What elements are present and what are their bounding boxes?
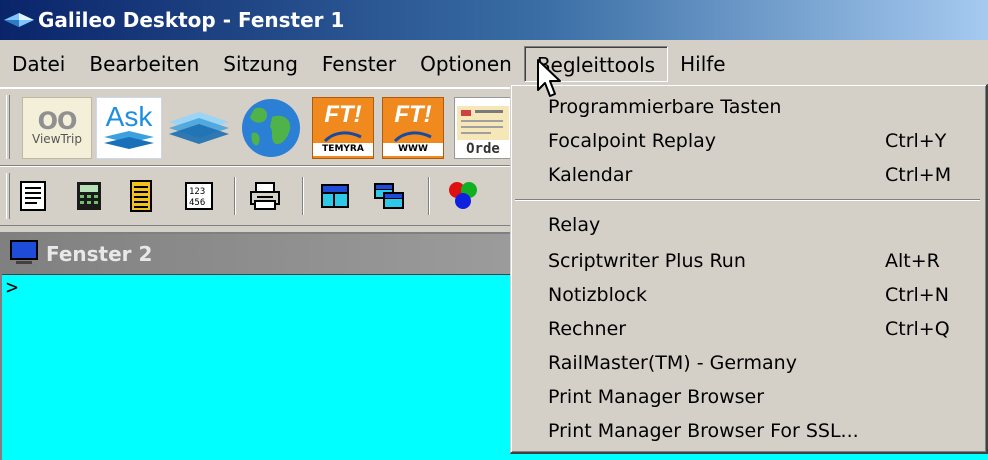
calculator-button[interactable]	[72, 177, 106, 215]
menu-item-label: Print Manager Browser For SSL...	[548, 420, 859, 442]
window-icon	[321, 184, 349, 208]
print-button[interactable]	[248, 177, 282, 215]
ft-temyra-label: TEMYRA	[313, 142, 373, 156]
ft-swoosh-icon	[323, 130, 362, 142]
menu-item-print-manager-browser[interactable]: Print Manager Browser	[511, 381, 986, 413]
color-button[interactable]	[446, 177, 480, 215]
menu-sitzung[interactable]: Sitzung	[211, 46, 310, 82]
window-button[interactable]	[318, 177, 352, 215]
ask-layers-icon	[104, 131, 154, 149]
terminal-icon	[10, 240, 38, 268]
notepad-icon	[130, 180, 152, 212]
toolbar-separator	[302, 177, 304, 215]
menu-item-shortcut: Ctrl+N	[885, 284, 949, 306]
menu-item-label: Scriptwriter Plus Run	[548, 250, 746, 272]
window-title: Galileo Desktop - Fenster 1	[38, 8, 345, 32]
title-bar[interactable]: Galileo Desktop - Fenster 1	[0, 0, 988, 40]
ask-button[interactable]: Ask	[96, 97, 162, 159]
order-label: Orde	[466, 141, 500, 157]
menu-item-notizblock[interactable]: Notizblock Ctrl+N	[511, 279, 986, 311]
menu-separator	[515, 199, 980, 201]
cascade-windows-button[interactable]	[372, 177, 406, 215]
viewtrip-button[interactable]: OO ViewTrip	[22, 97, 92, 159]
notepad-button[interactable]	[124, 177, 158, 215]
ft-www-button[interactable]: FT! WWW	[382, 97, 444, 159]
ft-logo: FT!	[394, 100, 432, 128]
menu-hilfe[interactable]: Hilfe	[668, 46, 738, 82]
menu-item-kalendar[interactable]: Kalendar Ctrl+M	[511, 159, 986, 191]
menu-item-railmaster[interactable]: RailMaster(TM) - Germany	[511, 347, 986, 379]
menu-bearbeiten[interactable]: Bearbeiten	[77, 46, 211, 82]
menu-item-label: RailMaster(TM) - Germany	[548, 352, 797, 374]
ft-temyra-button[interactable]: FT! TEMYRA	[312, 97, 374, 159]
calculator-icon	[77, 182, 101, 210]
document-button[interactable]	[16, 177, 50, 215]
viewtrip-logo: OO	[37, 107, 78, 135]
ft-swoosh-icon	[393, 130, 432, 142]
order-form-icon	[457, 106, 509, 140]
globe-icon	[242, 99, 300, 157]
galileo-logo-icon	[4, 13, 34, 27]
menu-item-label: Notizblock	[548, 284, 647, 306]
viewtrip-label: ViewTrip	[32, 132, 82, 146]
menu-item-focalpoint-replay[interactable]: Focalpoint Replay Ctrl+Y	[511, 125, 986, 157]
toolbar-grip[interactable]	[6, 173, 10, 219]
keypad-button[interactable]: 123 456	[182, 177, 216, 215]
svg-text:123: 123	[189, 187, 205, 197]
menu-item-label: Focalpoint Replay	[548, 130, 717, 152]
menu-item-label: Kalendar	[548, 164, 633, 186]
toolbar-grip[interactable]	[6, 95, 10, 159]
menu-item-print-manager-browser-ssl[interactable]: Print Manager Browser For SSL...	[511, 415, 986, 447]
toolbar-separator	[428, 177, 430, 215]
galileo-desktop-window: Galileo Desktop - Fenster 1 Datei Bearbe…	[0, 0, 988, 460]
command-prompt: >	[6, 275, 19, 299]
menu-item-label: Programmierbare Tasten	[548, 96, 782, 118]
menu-item-programmierbare-tasten[interactable]: Programmierbare Tasten	[511, 91, 986, 123]
toolbar-separator	[234, 177, 236, 215]
begleittools-menu: Programmierbare Tasten Focalpoint Replay…	[510, 84, 988, 454]
svg-text:456: 456	[189, 198, 205, 208]
menu-begleittools[interactable]: Begleittools	[523, 45, 669, 82]
menu-fenster[interactable]: Fenster	[310, 46, 408, 82]
menu-optionen[interactable]: Optionen	[408, 46, 524, 82]
menu-item-shortcut: Alt+R	[885, 250, 940, 272]
document-icon	[20, 181, 46, 211]
menu-item-scriptwriter-plus-run[interactable]: Scriptwriter Plus Run Alt+R	[511, 245, 986, 277]
menu-item-label: Relay	[548, 214, 601, 236]
cascade-windows-icon	[374, 183, 404, 209]
ft-www-label: WWW	[383, 142, 443, 156]
galileo-layers-button[interactable]	[166, 97, 232, 159]
child-window-title: Fenster 2	[46, 242, 153, 266]
printer-icon	[250, 182, 280, 210]
menu-item-shortcut: Ctrl+M	[885, 164, 952, 186]
ft-logo: FT!	[324, 100, 362, 128]
keypad-icon: 123 456	[185, 182, 213, 210]
order-button[interactable]: Orde	[454, 97, 512, 159]
menu-datei[interactable]: Datei	[0, 46, 77, 82]
menu-item-rechner[interactable]: Rechner Ctrl+Q	[511, 313, 986, 345]
menu-item-label: Rechner	[548, 318, 627, 340]
galileo-layers-icon	[169, 112, 229, 144]
menu-item-shortcut: Ctrl+Q	[885, 318, 950, 340]
menu-item-shortcut: Ctrl+Y	[885, 130, 947, 152]
color-balls-icon	[449, 182, 477, 209]
menu-item-label: Print Manager Browser	[548, 386, 765, 408]
menu-item-relay[interactable]: Relay	[511, 209, 986, 241]
ask-label: Ask	[105, 101, 153, 132]
globe-button[interactable]	[236, 97, 306, 159]
menu-bar: Datei Bearbeiten Sitzung Fenster Optione…	[0, 40, 988, 88]
